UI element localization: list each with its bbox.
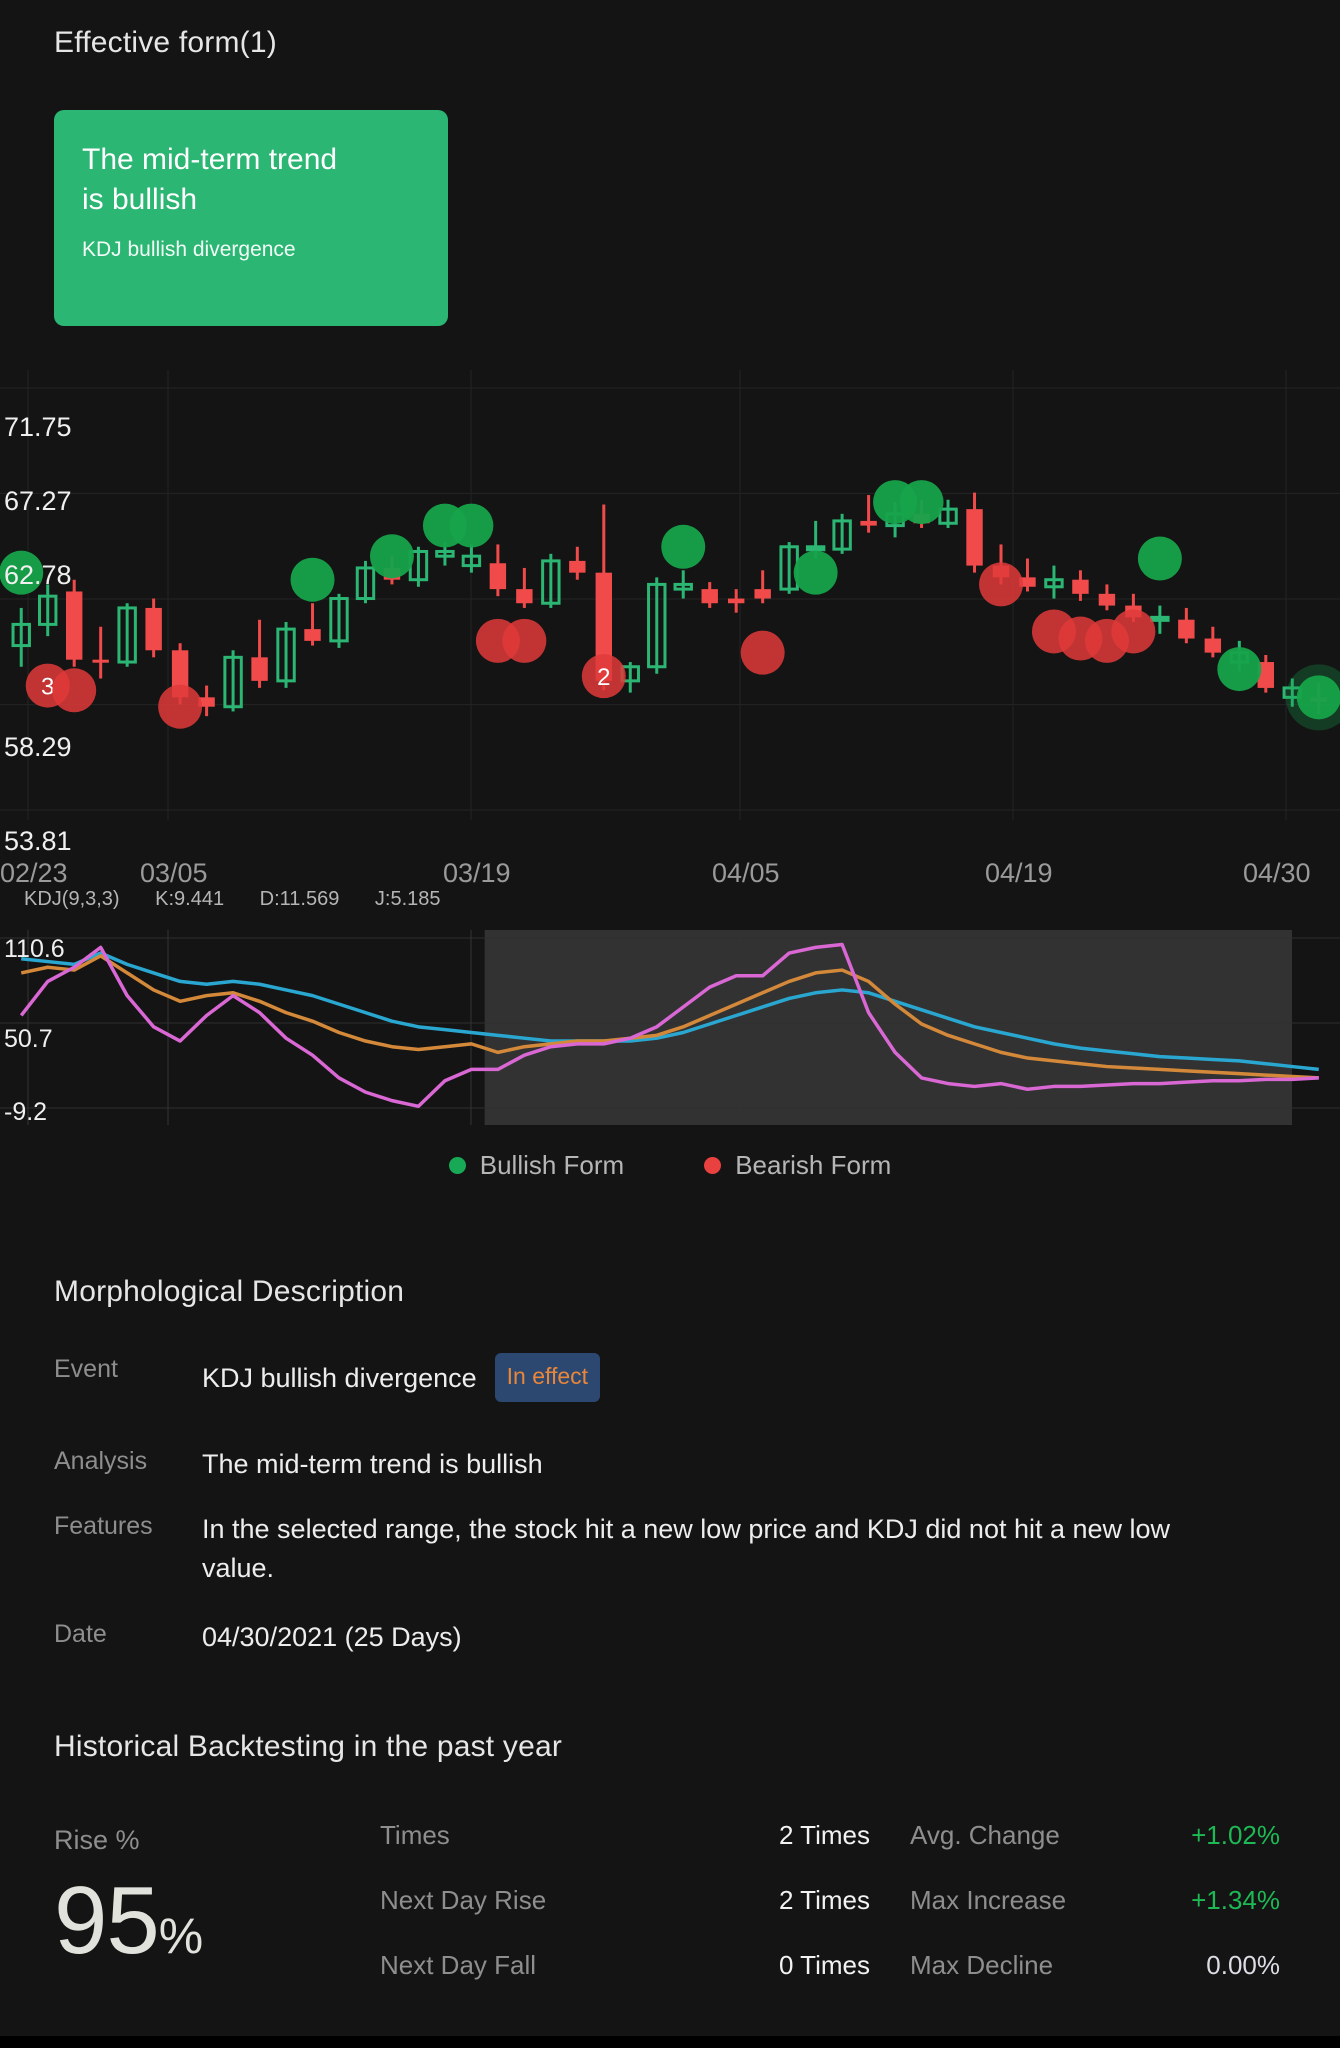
stat-value: 2 Times xyxy=(778,1820,870,1850)
price-y-tick: 62.78 xyxy=(4,560,72,590)
desc-row-date: Date 04/30/2021 (25 Days) xyxy=(54,1618,1294,1657)
kdj-indicator-chart[interactable] xyxy=(0,930,1340,1125)
form-detail-page: Effective form(1) The mid-term trend is … xyxy=(0,0,1340,2048)
status-badge: In effect xyxy=(494,1353,601,1402)
desc-key: Date xyxy=(54,1620,107,1648)
price-y-tick: 58.29 xyxy=(4,732,72,762)
price-x-tick: 03/19 xyxy=(443,858,511,888)
backtesting-stats-grid: Times 2 Times Avg. Change +1.02% Next Da… xyxy=(380,1820,1280,1981)
stat-value: 0.00% xyxy=(1206,1950,1280,1980)
chart-legend: Bullish Form Bearish Form xyxy=(0,1150,1340,1181)
price-y-tick: 67.27 xyxy=(4,486,72,516)
price-x-tick: 04/19 xyxy=(985,858,1053,888)
desc-value: In the selected range, the stock hit a n… xyxy=(202,1514,1171,1583)
morphological-description-title: Morphological Description xyxy=(54,1275,405,1308)
desc-key: Analysis xyxy=(54,1447,148,1475)
stat-value: 0 Times xyxy=(778,1950,870,1980)
legend-label: Bearish Form xyxy=(735,1150,892,1180)
legend-label: Bullish Form xyxy=(479,1150,625,1180)
price-candlestick-chart[interactable]: 32 xyxy=(0,370,1340,850)
rise-percent-block: Rise % 95% xyxy=(54,1825,203,1976)
desc-row-event: Event KDJ bullish divergence In effect xyxy=(54,1353,1294,1402)
desc-value: KDJ bullish divergence xyxy=(202,1363,477,1393)
desc-value: The mid-term trend is bullish xyxy=(202,1449,543,1479)
stat-value: 2 Times xyxy=(778,1885,870,1915)
price-x-tick: 04/05 xyxy=(712,858,780,888)
page-title: Effective form(1) xyxy=(54,26,277,59)
bearish-dot-icon xyxy=(704,1157,722,1174)
rise-percent-unit: % xyxy=(158,1908,204,1964)
effective-form-card[interactable]: The mid-term trend is bullish KDJ bullis… xyxy=(54,110,448,326)
bottom-bar xyxy=(0,2036,1340,2048)
stat-key: Times xyxy=(380,1820,450,1850)
kdj-params-label: KDJ(9,3,3) xyxy=(24,888,120,910)
kdj-k-value: K:9.441 xyxy=(155,888,225,910)
stat-key: Avg. Change xyxy=(910,1820,1060,1850)
stat-key: Next Day Rise xyxy=(380,1885,547,1915)
price-y-tick: 53.81 xyxy=(4,826,72,856)
svg-text:3: 3 xyxy=(41,674,54,701)
stat-key: Max Increase xyxy=(910,1885,1067,1915)
desc-row-analysis: Analysis The mid-term trend is bullish xyxy=(54,1445,1294,1484)
stat-key: Max Decline xyxy=(910,1950,1054,1980)
stat-value: +1.02% xyxy=(1191,1820,1280,1850)
stat-key: Next Day Fall xyxy=(380,1950,537,1980)
svg-text:2: 2 xyxy=(597,664,610,691)
rise-percent-label: Rise % xyxy=(54,1825,140,1855)
desc-key: Features xyxy=(54,1512,153,1540)
desc-key: Event xyxy=(54,1355,118,1383)
rise-percent-value: 95 xyxy=(54,1867,160,1974)
rise-percent-value-wrap: 95% xyxy=(54,1866,203,1976)
price-x-tick: 02/23 xyxy=(0,858,68,888)
backtesting-title: Historical Backtesting in the past year xyxy=(54,1730,563,1763)
kdj-y-tick: -9.2 xyxy=(4,1098,48,1126)
bullish-dot-icon xyxy=(448,1157,466,1174)
kdj-y-tick: 50.7 xyxy=(4,1025,53,1053)
kdj-y-tick: 110.6 xyxy=(4,935,65,963)
legend-item-bullish: Bullish Form xyxy=(448,1150,625,1181)
kdj-parameters-row: KDJ(9,3,3) K:9.441 D:11.569 J:5.185 xyxy=(24,888,471,911)
desc-value: 04/30/2021 (25 Days) xyxy=(202,1622,462,1652)
form-card-subtitle: KDJ bullish divergence xyxy=(82,238,296,261)
desc-row-features: Features In the selected range, the stoc… xyxy=(54,1510,1244,1588)
kdj-d-value: D:11.569 xyxy=(259,888,340,910)
price-x-tick: 03/05 xyxy=(140,858,208,888)
price-y-tick: 71.75 xyxy=(4,412,72,442)
legend-item-bearish: Bearish Form xyxy=(704,1150,891,1181)
stat-value: +1.34% xyxy=(1191,1885,1280,1915)
kdj-j-value: J:5.185 xyxy=(374,888,441,910)
form-card-headline: The mid-term trend is bullish xyxy=(82,143,338,216)
desc-value-wrap: KDJ bullish divergence In effect xyxy=(202,1353,601,1402)
price-x-tick: 04/30 xyxy=(1243,858,1311,888)
